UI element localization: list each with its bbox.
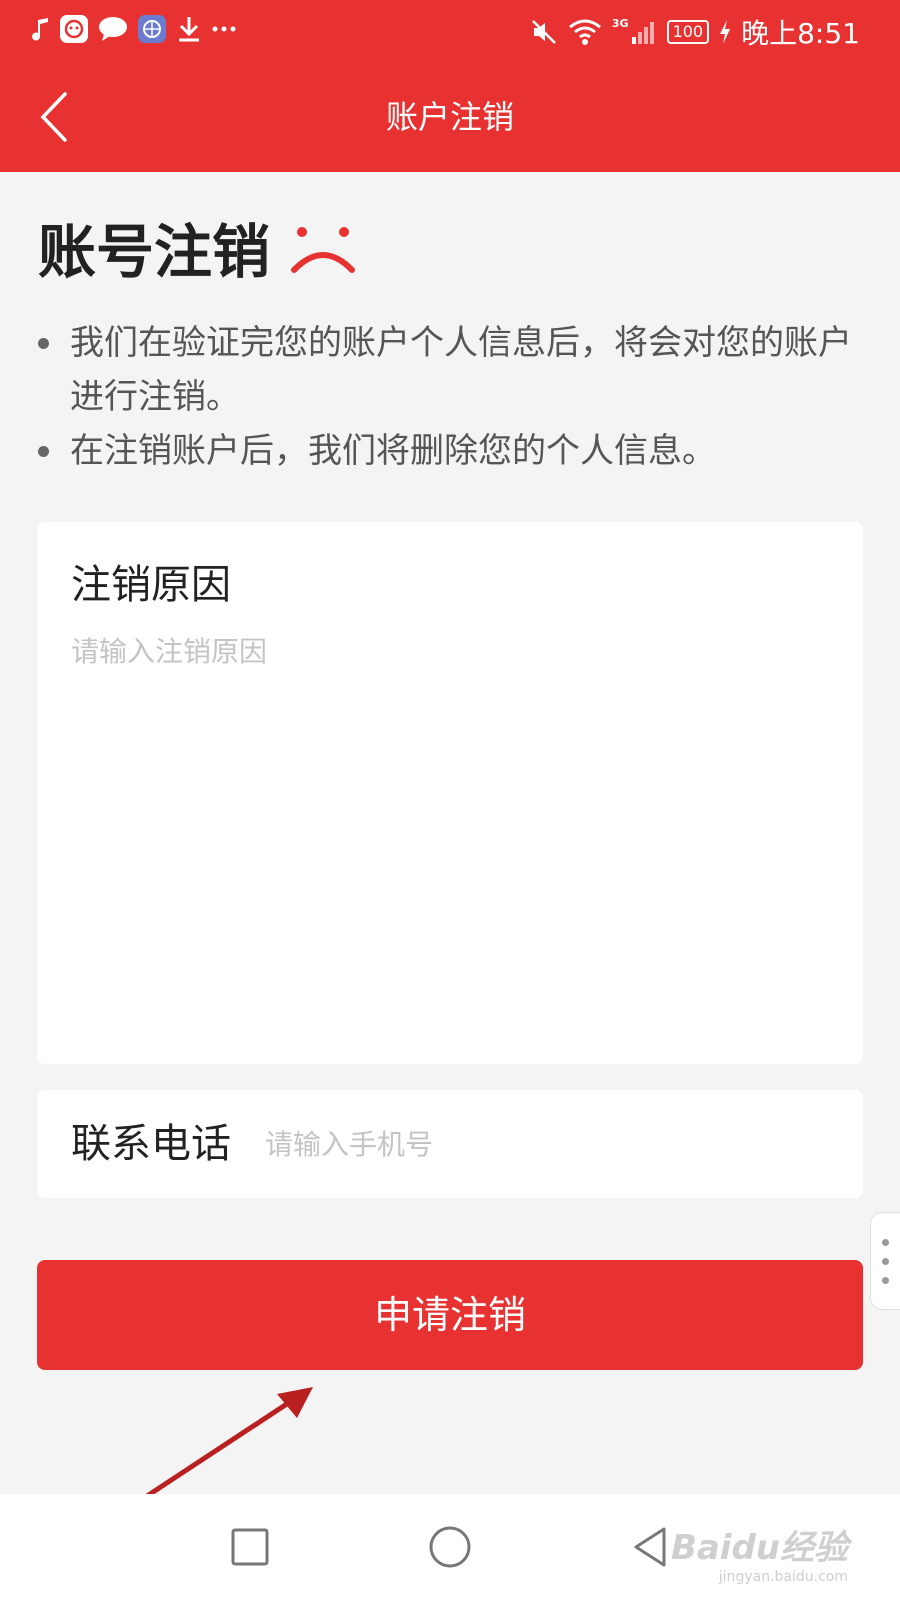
baidu-watermark: Baidu经验 jingyan.baidu.com [671, 1520, 848, 1585]
heading-title: 账号注销 [38, 218, 271, 286]
reason-label: 注销原因 [71, 562, 231, 608]
home-circle-icon [429, 1526, 471, 1568]
phone-card: 联系电话 [37, 1090, 863, 1198]
sad-face-icon [291, 227, 356, 273]
music-note-icon [32, 14, 50, 44]
mute-icon [530, 17, 558, 47]
notice-item: 我们在验证完您的账户个人信息后，将会对您的账户进行注销。 [34, 316, 874, 424]
notification-icons [32, 14, 236, 44]
battery-icon: 100 [666, 20, 710, 44]
handle-dot [882, 1277, 889, 1284]
clock: 晚上8:51 [741, 17, 860, 50]
status-bar: 3G 100 晚上8:51 [0, 0, 900, 62]
system-status: 3G 100 晚上8:51 [530, 12, 860, 52]
reason-card: 注销原因 [37, 522, 863, 1064]
recents-button[interactable] [215, 1512, 285, 1582]
signal-icon: 3G [612, 17, 657, 47]
submit-cancellation-button[interactable]: 申请注销 [37, 1260, 863, 1370]
download-icon [176, 14, 202, 44]
notice-list: 我们在验证完您的账户个人信息后，将会对您的账户进行注销。 在注销账户后，我们将删… [34, 316, 874, 478]
phone-input[interactable] [265, 1120, 825, 1168]
home-button[interactable] [415, 1512, 485, 1582]
network-type: 3G [611, 17, 629, 30]
page-title: 账户注销 [385, 98, 514, 136]
bullet-icon [38, 446, 49, 457]
wifi-icon [568, 17, 602, 47]
floating-handle[interactable] [870, 1212, 900, 1310]
chat-bubble-icon [98, 14, 128, 44]
handle-dot [882, 1239, 889, 1246]
watermark-url: jingyan.baidu.com [718, 1569, 848, 1585]
phone-label: 联系电话 [71, 1121, 231, 1167]
back-triangle-icon [634, 1527, 666, 1567]
chevron-left-icon [40, 92, 67, 142]
notice-text: 在注销账户后，我们将删除您的个人信息。 [70, 431, 716, 471]
app-icon [60, 15, 88, 43]
recents-square-icon [231, 1528, 269, 1566]
watermark-brand: Baidu经验 [670, 1528, 848, 1568]
notice-item: 在注销账户后，我们将删除您的个人信息。 [34, 424, 874, 478]
charging-bolt-icon [719, 17, 731, 47]
handle-dot [882, 1258, 889, 1265]
back-button[interactable] [22, 84, 86, 150]
more-dots-icon [212, 14, 236, 44]
title-bar: 账户注销 [0, 62, 900, 172]
reason-input[interactable] [71, 630, 831, 1030]
globe-app-icon [138, 15, 166, 43]
notice-text: 我们在验证完您的账户个人信息后，将会对您的账户进行注销。 [70, 323, 852, 417]
heading: 账号注销 [38, 205, 358, 289]
bullet-icon [38, 338, 49, 349]
